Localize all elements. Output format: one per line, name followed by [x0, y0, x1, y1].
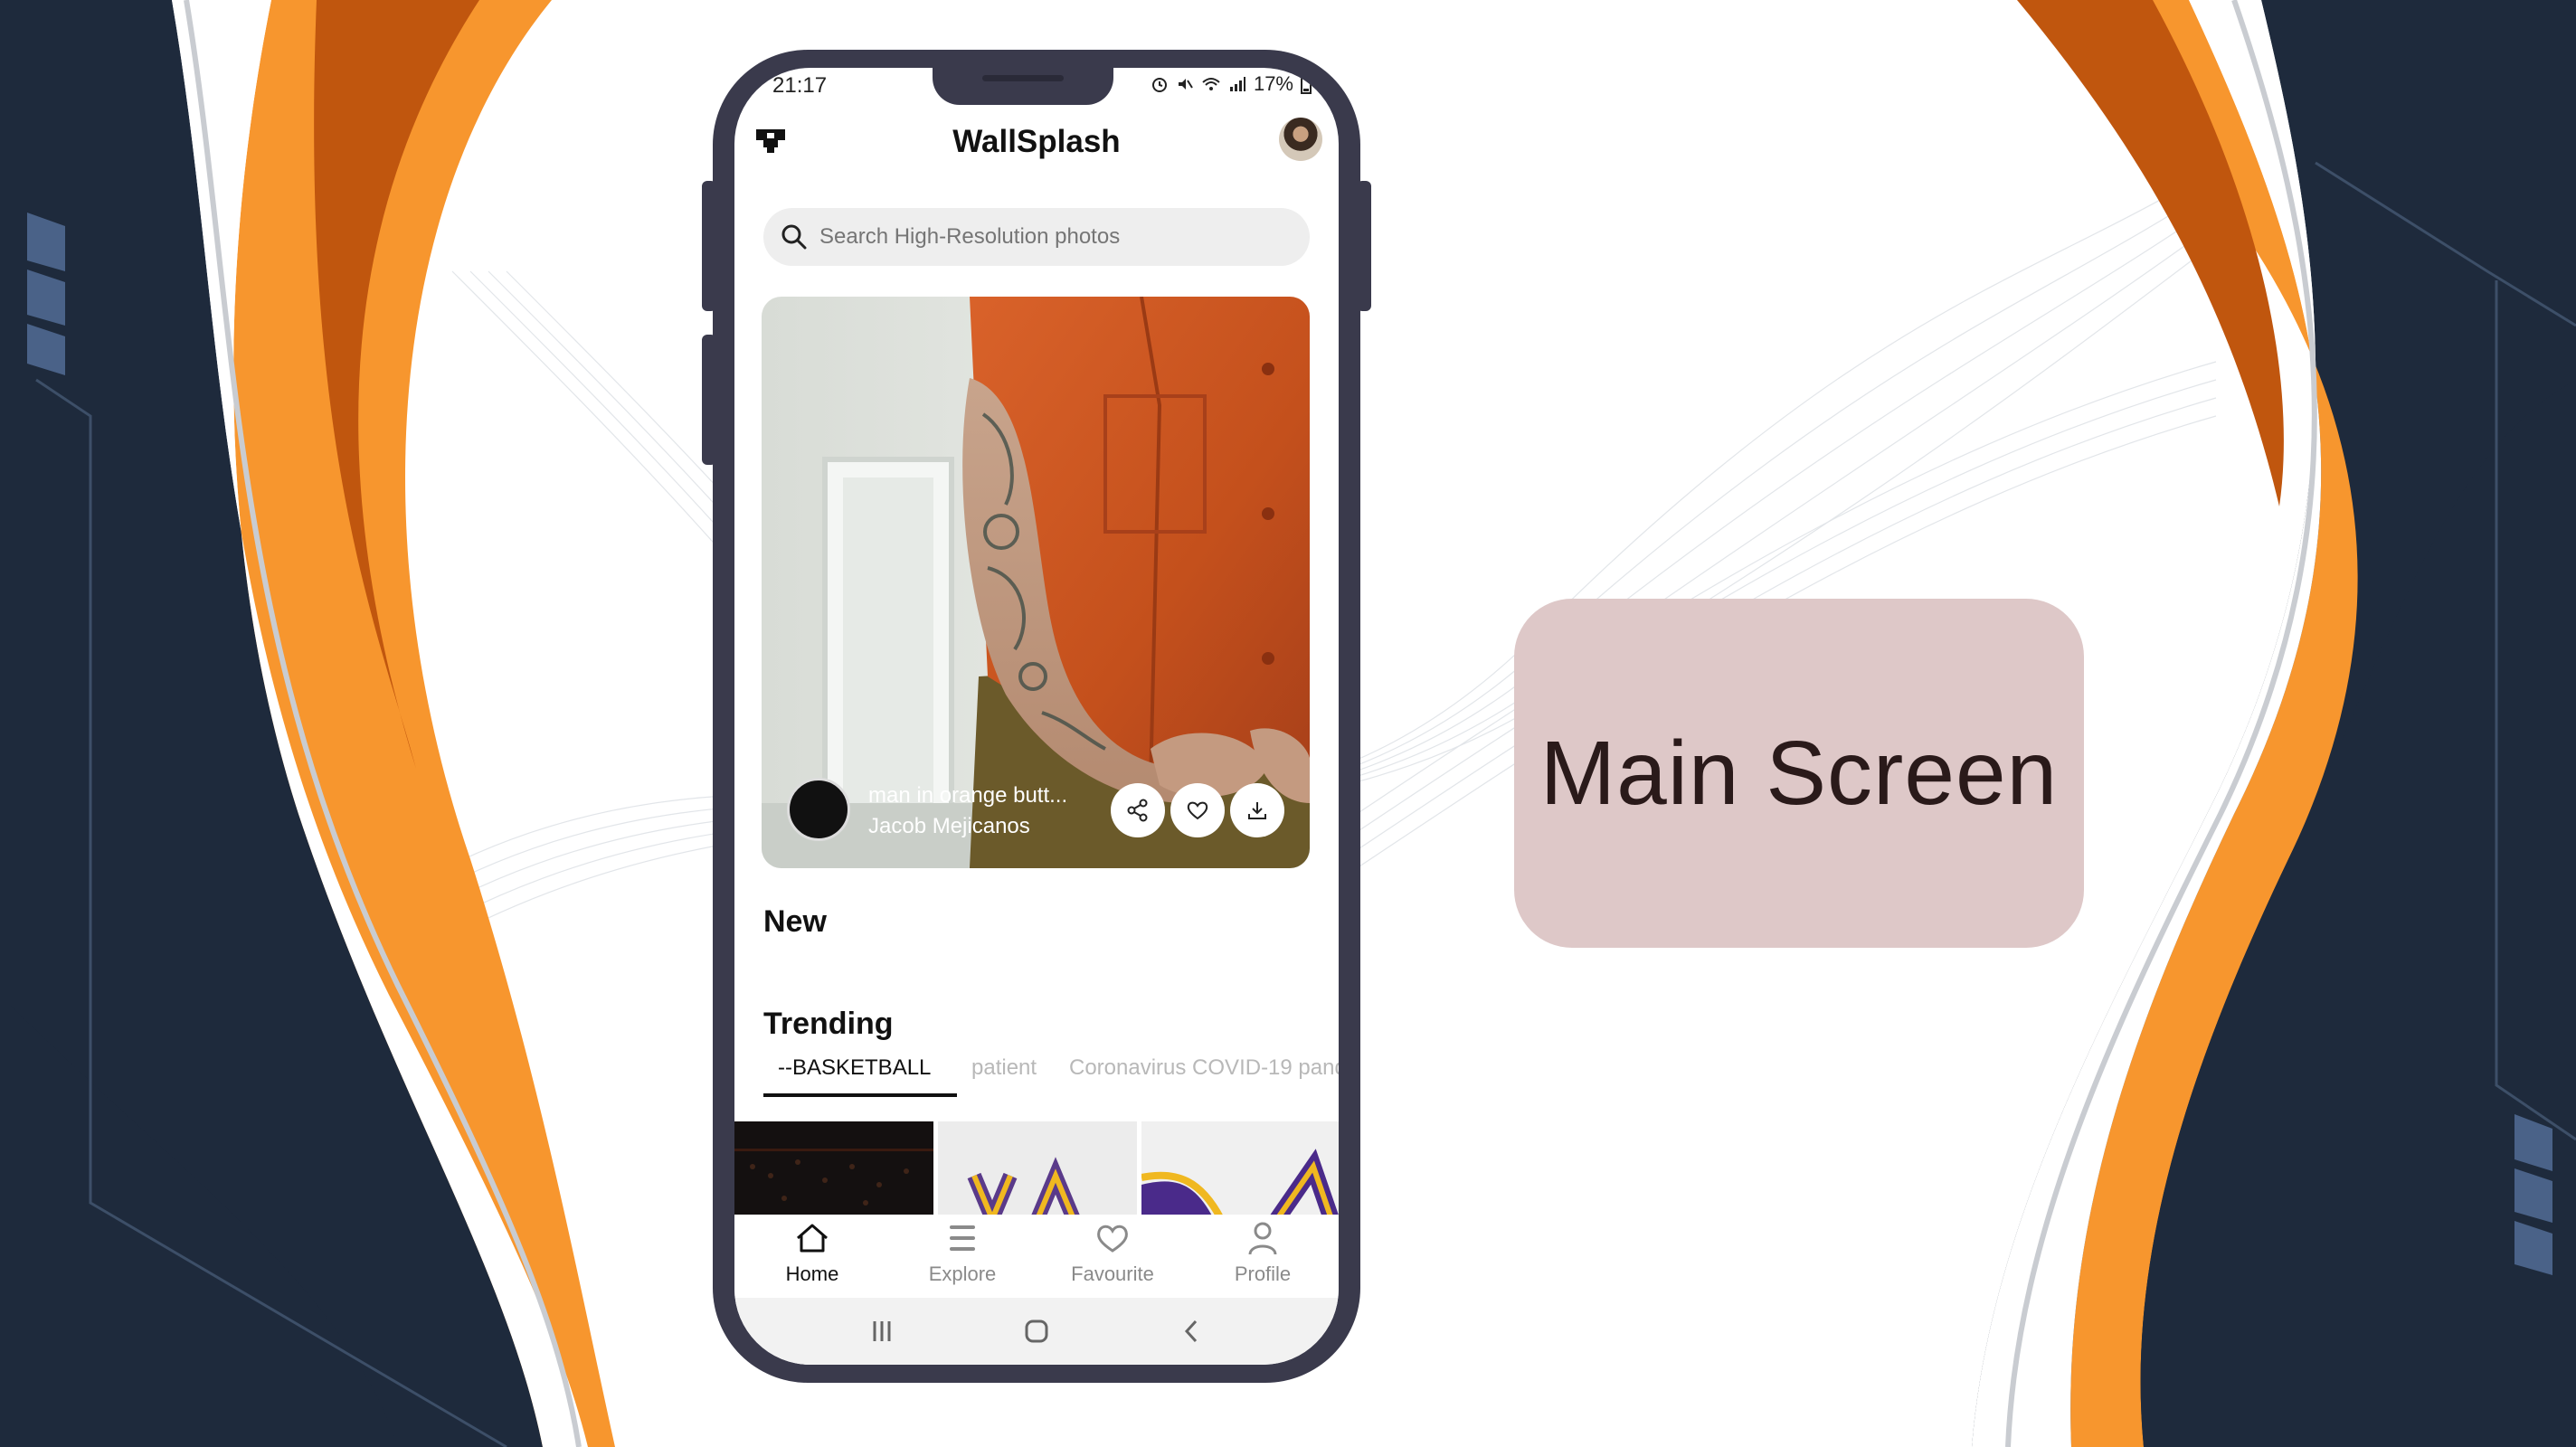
wifi-icon: [1202, 78, 1220, 90]
nav-home-label: Home: [785, 1263, 839, 1285]
trending-tabs: --BASKETBALL patient Coronavirus COVID-1…: [763, 1055, 1339, 1099]
home-circle-icon[interactable]: [1023, 1318, 1050, 1345]
download-icon: [1248, 802, 1266, 819]
slide-label-card: Main Screen: [1514, 599, 2084, 948]
battery-icon: [1301, 74, 1312, 94]
status-icons: 17%: [1151, 72, 1312, 96]
battery-percent: 17%: [1253, 72, 1293, 95]
nav-explore[interactable]: Explore: [908, 1220, 1017, 1286]
share-button[interactable]: [1111, 783, 1165, 837]
trending-thumbnails: [734, 1121, 1339, 1219]
nav-favourite[interactable]: Favourite: [1058, 1220, 1167, 1286]
phone-speaker: [982, 75, 1064, 81]
nav-home[interactable]: Home: [758, 1220, 867, 1286]
explore-icon: [950, 1225, 975, 1251]
person-icon: [1248, 1222, 1277, 1255]
home-icon: [797, 1224, 828, 1253]
bottom-navigation: Home Explore Favourite Profile: [734, 1215, 1339, 1298]
slide-label: Main Screen: [1539, 723, 2059, 824]
photo-title: man in orange butt...: [868, 783, 1068, 808]
thumbnail-2[interactable]: [938, 1121, 1137, 1219]
thumbnail-1[interactable]: [734, 1121, 933, 1219]
mute-icon: [1178, 79, 1193, 90]
app-bar: WallSplash: [734, 113, 1339, 176]
tab-basketball[interactable]: --BASKETBALL: [778, 1055, 931, 1081]
search-icon: [781, 224, 807, 250]
search-bar[interactable]: [763, 208, 1310, 266]
system-navigation-bar: [734, 1298, 1339, 1365]
phone-screen: 21:17 17% WallSplash Search High-Resolut…: [734, 68, 1339, 1365]
download-button[interactable]: [1230, 783, 1284, 837]
section-new-title: New: [763, 904, 827, 939]
alarm-icon: [1151, 78, 1167, 92]
phone-notch: [933, 58, 1113, 105]
share-icon: [1127, 799, 1148, 822]
nav-profile-label: Profile: [1234, 1263, 1292, 1285]
status-time: 21:17: [772, 73, 828, 98]
active-tab-underline: [763, 1093, 957, 1097]
thumbnail-3[interactable]: [1141, 1121, 1339, 1219]
signal-icon: [1229, 77, 1245, 91]
nav-profile[interactable]: Profile: [1208, 1220, 1317, 1286]
heart-icon: [1097, 1225, 1128, 1253]
nav-explore-label: Explore: [928, 1263, 997, 1285]
tab-coronavirus[interactable]: Coronavirus COVID-19 pand: [1069, 1055, 1339, 1081]
hero-caption: man in orange butt... Jacob Mejicanos: [787, 778, 1094, 843]
tab-patient[interactable]: patient: [971, 1055, 1037, 1081]
section-trending-title: Trending: [763, 1007, 894, 1041]
search-input[interactable]: [819, 208, 1290, 266]
nav-favourite-label: Favourite: [1071, 1263, 1154, 1285]
favourite-button[interactable]: [1170, 783, 1225, 837]
app-title: WallSplash: [952, 124, 1121, 159]
back-icon[interactable]: [1178, 1318, 1205, 1345]
heart-icon: [1187, 801, 1208, 820]
recent-apps-icon[interactable]: [868, 1318, 895, 1345]
author-avatar[interactable]: [787, 778, 850, 841]
photo-author[interactable]: Jacob Mejicanos: [868, 814, 1030, 839]
hero-photo-card[interactable]: man in orange butt... Jacob Mejicanos: [762, 297, 1310, 868]
profile-avatar[interactable]: [1279, 118, 1322, 161]
